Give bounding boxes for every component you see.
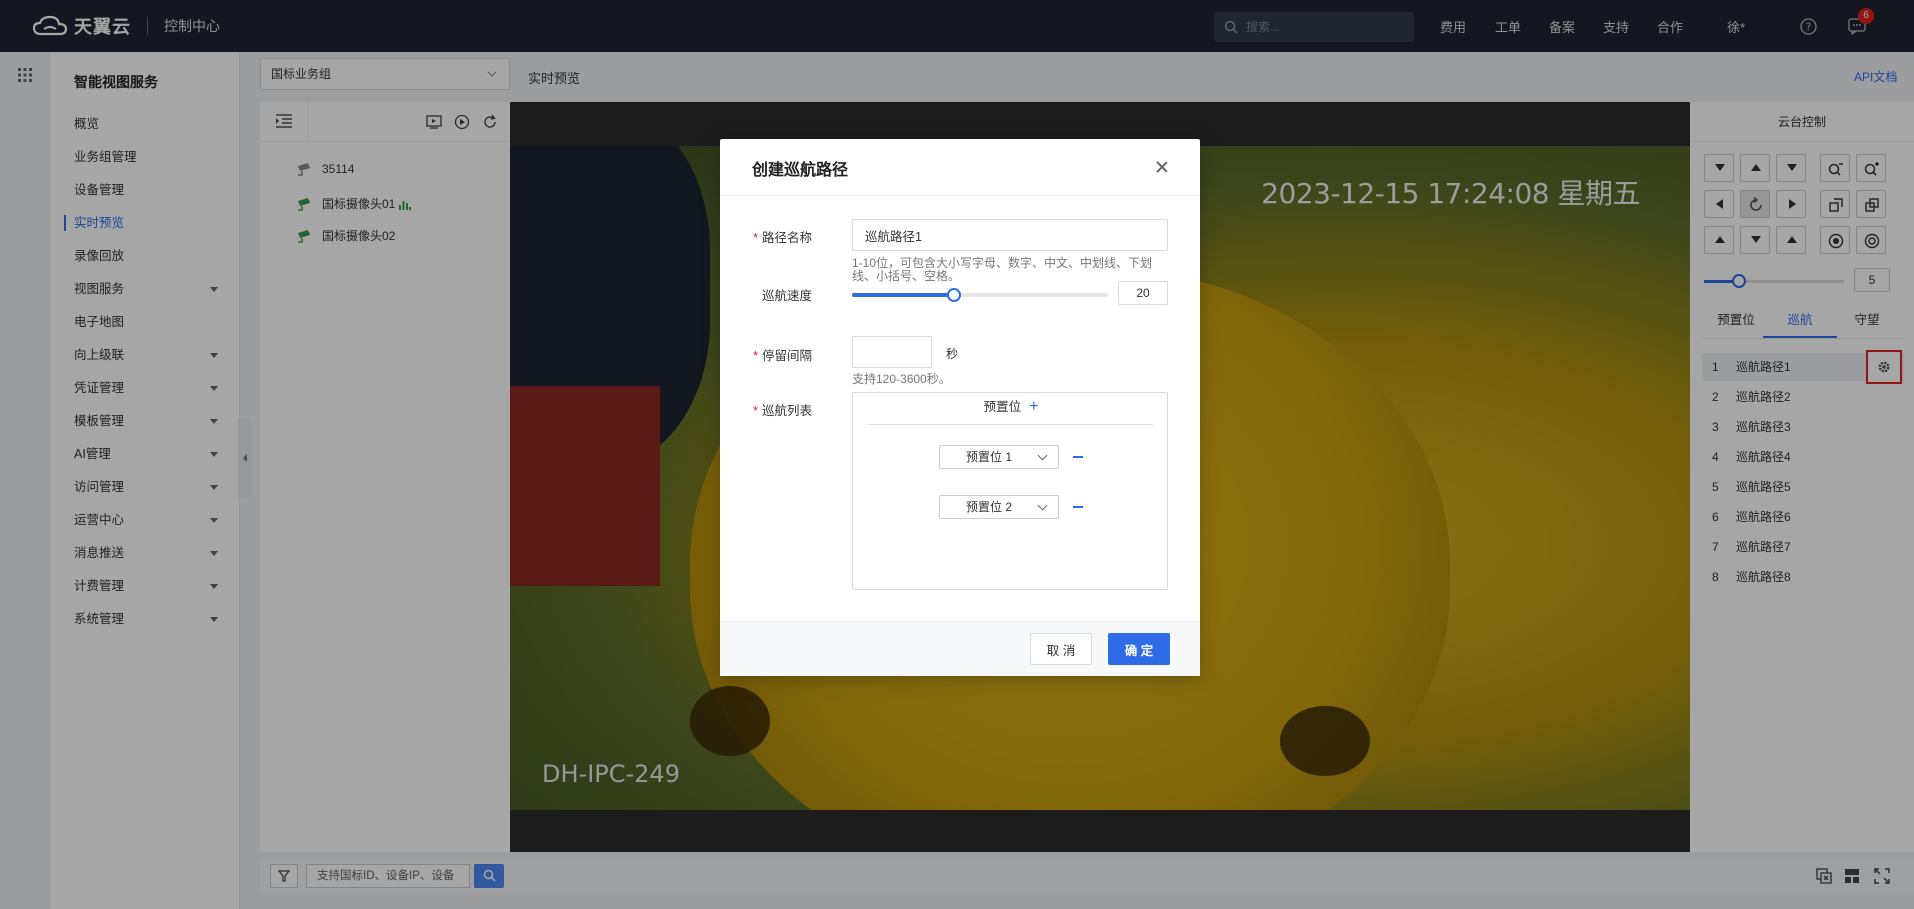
dwell-label-text: 停留间隔	[761, 349, 812, 363]
cruise-list-label-text: 巡航列表	[761, 404, 812, 418]
cruise-list: 预置位 + 预置位 1 预置位 2	[852, 392, 1168, 590]
speed-label: 巡航速度	[761, 289, 812, 303]
cruise-list-header: 预置位 +	[869, 393, 1153, 425]
add-preset-icon[interactable]: +	[1029, 398, 1038, 415]
preset-select-value: 预置位 2	[966, 500, 1013, 514]
cruise-speed-fill	[852, 293, 955, 297]
required-mark: *	[753, 404, 758, 418]
dialog-header-divider	[720, 195, 1200, 196]
cruise-list-label: * 巡航列表	[720, 400, 812, 419]
chevron-down-icon	[1037, 500, 1048, 511]
cruise-speed-input[interactable]: 20	[1118, 281, 1168, 305]
path-name-input[interactable]	[852, 219, 1168, 251]
path-name-hint: 1-10位，可包含大小写字母、数字、中文、中划线、下划线、小括号、空格。	[852, 256, 1153, 283]
remove-preset-icon[interactable]	[1073, 456, 1083, 458]
required-mark: *	[753, 231, 758, 245]
preset-select-value: 预置位 1	[966, 450, 1013, 464]
remove-preset-icon[interactable]	[1073, 506, 1083, 508]
cruise-speed-handle[interactable]	[947, 288, 962, 302]
cruise-speed-slider[interactable]	[852, 288, 1108, 302]
preset-select-1[interactable]: 预置位 1	[939, 445, 1059, 469]
dialog-title: 创建巡航路径	[752, 162, 849, 179]
dwell-hint: 支持120-3600秒。	[852, 372, 951, 386]
dwell-input[interactable]	[852, 336, 932, 368]
confirm-button[interactable]: 确 定	[1108, 633, 1170, 665]
path-name-label: * 路径名称	[720, 227, 812, 246]
chevron-down-icon	[1037, 450, 1048, 461]
cruise-list-header-label: 预置位	[983, 400, 1022, 414]
close-icon[interactable]	[1154, 159, 1170, 175]
dialog-footer: 取 消 确 定	[720, 621, 1200, 676]
create-cruise-dialog: 创建巡航路径 *路径名称 1-10位，可包含大小写字母、数字、中文、中划线、下划…	[720, 139, 1200, 676]
dwell-unit: 秒	[946, 347, 959, 361]
dwell-label: * 停留间隔	[720, 345, 812, 364]
required-mark: *	[753, 349, 758, 363]
path-name-label-text: 路径名称	[761, 231, 812, 245]
preset-select-2[interactable]: 预置位 2	[939, 495, 1059, 519]
cancel-button[interactable]: 取 消	[1030, 633, 1092, 665]
